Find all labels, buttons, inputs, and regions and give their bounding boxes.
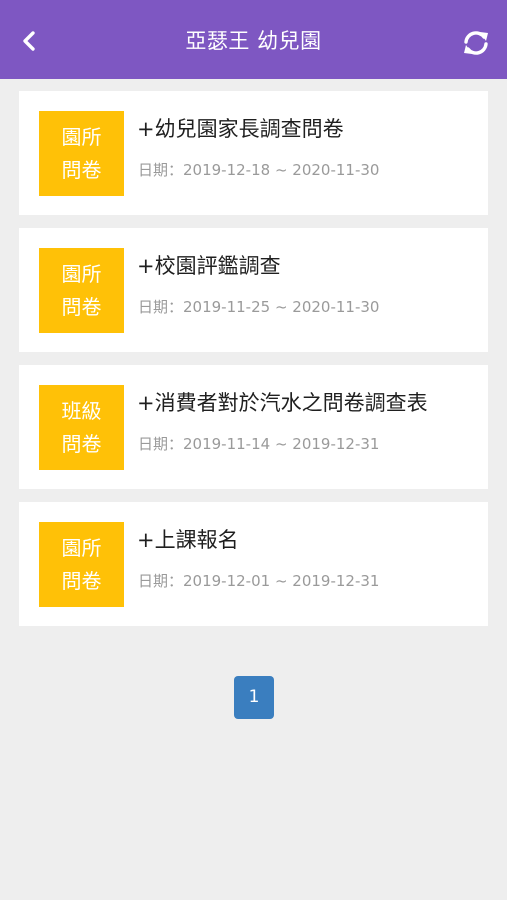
badge-line-1: 班級 bbox=[61, 398, 102, 423]
page-button-1[interactable]: 1 bbox=[234, 676, 274, 719]
survey-date: 日期：2019-11-25 ~ 2020-11-30 bbox=[138, 298, 380, 316]
badge-line-2: 問卷 bbox=[61, 157, 102, 182]
survey-type-badge: 班級 問卷 bbox=[39, 385, 124, 470]
badge-line-2: 問卷 bbox=[61, 294, 102, 319]
survey-list: 園所 問卷 +幼兒園家長調查問卷 日期：2019-12-18 ~ 2020-11… bbox=[19, 91, 488, 639]
survey-date: 日期：2019-12-01 ~ 2019-12-31 bbox=[138, 572, 380, 590]
survey-date: 日期：2019-11-14 ~ 2019-12-31 bbox=[138, 435, 380, 453]
survey-card[interactable]: 園所 問卷 +校園評鑑調查 日期：2019-11-25 ~ 2020-11-30 bbox=[19, 228, 488, 352]
survey-type-badge: 園所 問卷 bbox=[39, 248, 124, 333]
refresh-button[interactable] bbox=[461, 28, 491, 58]
survey-type-badge: 園所 問卷 bbox=[39, 111, 124, 196]
survey-title: +幼兒園家長調查問卷 bbox=[137, 117, 344, 141]
page-title: 亞瑟王 幼兒園 bbox=[185, 29, 322, 53]
badge-line-1: 園所 bbox=[61, 124, 102, 149]
survey-title: +上課報名 bbox=[137, 528, 239, 552]
survey-card[interactable]: 園所 問卷 +上課報名 日期：2019-12-01 ~ 2019-12-31 bbox=[19, 502, 488, 626]
survey-card[interactable]: 園所 問卷 +幼兒園家長調查問卷 日期：2019-12-18 ~ 2020-11… bbox=[19, 91, 488, 215]
survey-title: +校園評鑑調查 bbox=[137, 254, 281, 278]
refresh-icon bbox=[464, 31, 488, 55]
survey-title: +消費者對於汽水之問卷調查表 bbox=[137, 391, 428, 415]
badge-line-2: 問卷 bbox=[61, 431, 102, 456]
app-header: 亞瑟王 幼兒園 bbox=[0, 0, 507, 79]
badge-line-1: 園所 bbox=[61, 261, 102, 286]
badge-line-2: 問卷 bbox=[61, 568, 102, 593]
badge-line-1: 園所 bbox=[61, 535, 102, 560]
survey-card[interactable]: 班級 問卷 +消費者對於汽水之問卷調查表 日期：2019-11-14 ~ 201… bbox=[19, 365, 488, 489]
survey-date: 日期：2019-12-18 ~ 2020-11-30 bbox=[138, 161, 380, 179]
survey-type-badge: 園所 問卷 bbox=[39, 522, 124, 607]
